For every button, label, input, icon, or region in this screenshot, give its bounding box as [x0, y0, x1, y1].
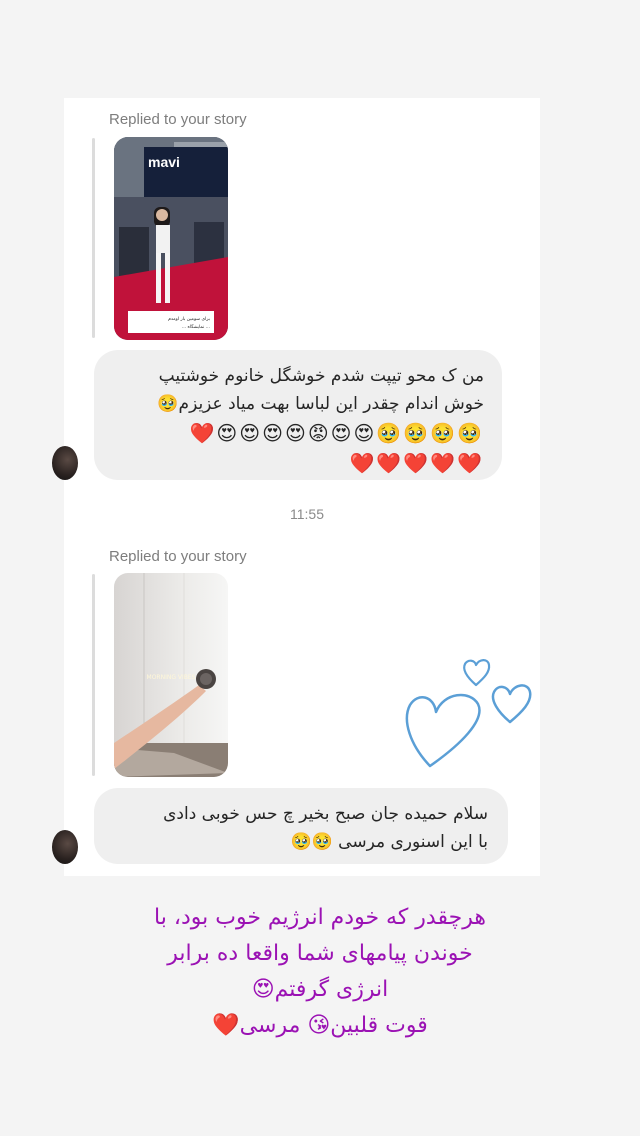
medium-heart-icon [491, 684, 532, 724]
story-reply-line [92, 138, 95, 338]
story-brand-text: mavi [148, 154, 180, 170]
story-caption-text: هرچقدر که خودم انرژیم خوب بود، با خوندن … [90, 900, 550, 1044]
sender-avatar-2[interactable] [52, 830, 78, 864]
replied-to-story-label-2: Replied to your story [109, 548, 247, 565]
story-image-door: MORNING VIBES [114, 573, 228, 777]
message-1-line-2: خوش اندام چقدر این لباسا بهت میاد عزیزم🥹 [157, 394, 484, 414]
story-thumbnail-2[interactable]: MORNING VIBES [114, 573, 228, 777]
story-thumbnail-1[interactable]: mavi برای سومین بار اومدم ... نمایشگاه .… [114, 137, 228, 340]
message-bubble-1[interactable]: من ک محو تیپت شدم خوشگل خانوم خوشتیپ خوش… [94, 350, 502, 480]
caption-line-2: خوندن پیامهای شما واقعا ده برابر [167, 941, 473, 966]
doodle-hearts-sticker [405, 659, 532, 768]
small-heart-icon [463, 659, 491, 687]
story-overlay-text: MORNING VIBES [147, 674, 196, 681]
caption-line-4: قوت قلبین😘 مرسی❤️ [212, 1013, 428, 1038]
story-image-exhibition: mavi برای سومین بار اومدم ... نمایشگاه .… [114, 137, 228, 340]
message-1-line-1: من ک محو تیپت شدم خوشگل خانوم خوشتیپ [158, 366, 484, 386]
message-1-emoji-row-1: 🥹🥹🥹🥹😍😍😡😍😍😍😍❤️ [189, 421, 484, 445]
caption-line-1: هرچقدر که خودم انرژیم خوب بود، با [154, 905, 486, 930]
sender-avatar[interactable] [52, 446, 78, 480]
caption-line-3: انرژی گرفتم😍 [251, 977, 389, 1002]
story-caption-line-2: ... نمایشگاه ... [182, 323, 210, 330]
story-caption-line-1: برای سومین بار اومدم [168, 317, 210, 322]
message-bubble-2[interactable]: سلام حمیده جان صبح بخیر چ حس خوبی دادی ب… [94, 788, 508, 864]
message-2-line-1: سلام حمیده جان صبح بخیر چ حس خوبی دادی [163, 804, 488, 824]
story-reply-line-2 [92, 574, 95, 776]
replied-to-story-label: Replied to your story [109, 111, 247, 128]
message-timestamp: 11:55 [290, 506, 324, 522]
large-heart-icon [405, 693, 481, 768]
message-2-line-2: با این اسنوری مرسی 🥹🥹 [290, 832, 488, 852]
message-1-emoji-row-2: ❤️❤️❤️❤️❤️ [349, 451, 484, 475]
